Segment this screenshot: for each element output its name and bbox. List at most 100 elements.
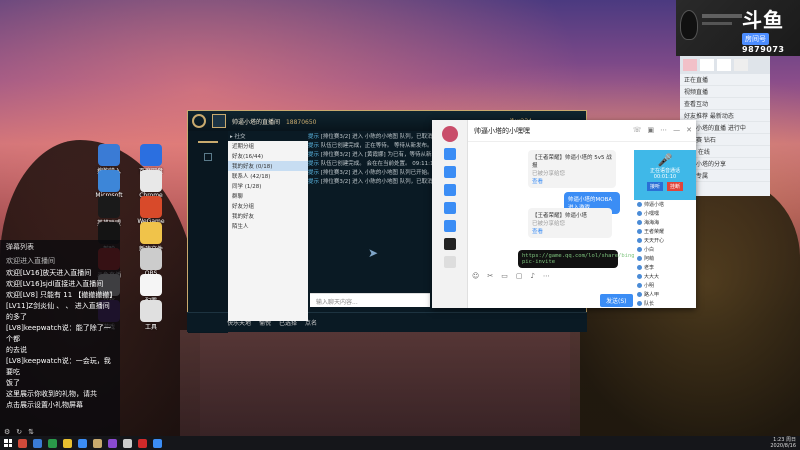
send-button[interactable]: 发送(S) xyxy=(600,294,633,307)
app-icon[interactable] xyxy=(443,256,456,268)
cam-text-bar-2 xyxy=(702,22,732,25)
desktop-icon[interactable]: WeGame xyxy=(131,196,171,225)
contact-row[interactable]: 王者荣耀 xyxy=(634,227,696,236)
contact-row[interactable]: 海海海 xyxy=(634,218,696,227)
message-bubble[interactable]: 【王者荣耀】帅逼小塔 已被分享给您 查看 xyxy=(528,208,612,238)
contact-row[interactable]: 小嘿嘿 xyxy=(634,209,696,218)
taskbar-app-icon[interactable] xyxy=(78,438,87,448)
refresh-icon[interactable]: ↻ xyxy=(16,428,22,436)
mic-icon: 🎤 xyxy=(657,153,673,167)
nav-icon[interactable] xyxy=(204,153,212,161)
contact-list: 帅逼小塔小嘿嘿 海海海 王者荣耀 天天开心 小白阿萌 老李大大大 小明 路人甲 队长 xyxy=(634,200,696,308)
accept-button[interactable]: 接听 xyxy=(646,182,663,191)
friend-panel-row[interactable]: 视频直播 xyxy=(680,86,770,98)
qq-list-row[interactable]: 我的好友 (0/18) xyxy=(228,161,308,171)
thumb[interactable] xyxy=(683,59,697,71)
danmaku-message: 饭了 xyxy=(6,379,20,387)
more-icon[interactable]: ⋯ xyxy=(660,126,667,134)
qq-list-row[interactable]: 陌生人 xyxy=(228,221,308,231)
scissors-icon[interactable]: ✂ xyxy=(487,272,493,280)
minimize-icon[interactable]: — xyxy=(673,126,680,134)
emoji-icon[interactable]: ☺ xyxy=(472,272,479,280)
message-link[interactable]: 查看 xyxy=(532,179,543,185)
danmaku-message: [LV8]keepwatch说：一会玩，我要吃 xyxy=(6,357,111,376)
qq-list-row[interactable]: 联系人 (42/18) xyxy=(228,171,308,181)
space-icon[interactable] xyxy=(443,184,456,196)
qq-chat-header: 帅逼小塔的小嘿嘿 ☏ ▣ ⋯ — ✕ xyxy=(468,120,696,142)
qq-list-row[interactable]: 群聊 xyxy=(228,191,308,201)
taskbar-app-icon[interactable] xyxy=(123,438,132,448)
qq-list-row[interactable]: 好友(16/44) xyxy=(228,151,308,161)
settings-icon[interactable] xyxy=(443,220,456,232)
clock[interactable]: 1:23 周日 2020/8/16 xyxy=(770,437,796,449)
desktop-icon[interactable]: Chrome xyxy=(131,170,171,199)
profile-icon[interactable] xyxy=(212,114,226,128)
room-number: 9879073 xyxy=(742,45,785,54)
game-icon[interactable] xyxy=(443,238,456,250)
desktop-icon[interactable]: 工具 xyxy=(131,300,171,331)
friend-panel-thumbs xyxy=(680,56,770,74)
file-icon[interactable] xyxy=(443,202,456,214)
taskbar-app-icon[interactable] xyxy=(153,438,162,448)
friend-panel-row[interactable]: 查看互动 xyxy=(680,98,770,110)
danmaku-message: 欢迎[LV8] 只能有 11 【撤撤撤撤】 xyxy=(6,291,117,299)
desktop-icon[interactable]: OBS xyxy=(131,248,171,277)
more-icon[interactable]: ⋯ xyxy=(543,272,550,280)
image-icon[interactable]: ▢ xyxy=(516,272,523,280)
folder-icon[interactable]: ▭ xyxy=(501,272,508,280)
contact-row[interactable]: 帅逼小塔 xyxy=(634,200,696,209)
gear-icon[interactable]: ⚙ xyxy=(4,428,10,436)
taskbar-app-icon[interactable] xyxy=(138,438,147,448)
video-icon[interactable]: ▣ xyxy=(648,126,655,134)
qq-toolbar: ☺ ✂ ▭ ▢ ♪ ⋯ xyxy=(472,272,550,280)
message-bubble[interactable]: 【王者荣耀】帅逼小塔的 5v5 战报 已被分享给您 查看 xyxy=(528,150,616,188)
chat-log-sender: 提示 xyxy=(308,179,320,185)
qq-list-row[interactable]: 近期分组 xyxy=(228,141,308,151)
call-time: 00:01:10 xyxy=(653,174,677,180)
chat-log-sender: 提示 xyxy=(308,134,320,140)
taskbar-app-icon[interactable] xyxy=(63,438,72,448)
close-icon[interactable]: ✕ xyxy=(686,126,692,134)
contact-name: 大大大 xyxy=(644,274,660,280)
taskbar-app-icon[interactable] xyxy=(48,438,57,448)
taskbar-app-icon[interactable] xyxy=(33,438,42,448)
chat-log-sender: 提示 xyxy=(308,143,320,149)
phone-icon[interactable]: ☏ xyxy=(633,126,642,134)
contact-row[interactable]: 大大大 xyxy=(634,272,696,281)
taskbar-app-icon[interactable] xyxy=(18,438,27,448)
qq-list-row[interactable]: 好友分组 xyxy=(228,201,308,211)
contact-row[interactable]: 队长 xyxy=(634,299,696,308)
douyu-logo: 斗鱼 xyxy=(742,8,784,32)
start-icon[interactable] xyxy=(4,439,12,447)
contact-avatar xyxy=(637,274,642,279)
code-bubble[interactable]: https://game.qq.com/lol/share/bingo-pic-… xyxy=(518,250,641,268)
hangup-button[interactable]: 挂断 xyxy=(667,182,684,191)
contact-row[interactable]: 阿萌 xyxy=(634,254,696,263)
contact-name: 小嘿嘿 xyxy=(644,211,660,217)
thumb[interactable] xyxy=(734,59,748,71)
contact-row[interactable]: 小白 xyxy=(634,245,696,254)
friend-panel-row[interactable]: 正在直播 xyxy=(680,74,770,86)
contact-row[interactable]: 路人甲 xyxy=(634,290,696,299)
sort-icon[interactable]: ⇅ xyxy=(28,428,34,436)
taskbar-app-icon[interactable] xyxy=(93,438,102,448)
qq-list-search[interactable]: 输入聊天内容... xyxy=(310,293,430,307)
contact-row[interactable]: 老李 xyxy=(634,263,696,272)
qq-list-row[interactable]: 同学 (1/28) xyxy=(228,181,308,191)
message-link[interactable]: 查看 xyxy=(532,229,543,235)
avatar[interactable] xyxy=(441,126,458,142)
contacts-icon[interactable] xyxy=(443,166,456,178)
message-icon[interactable] xyxy=(443,148,456,160)
desktop-icon[interactable]: Microsoft xyxy=(89,170,129,199)
contact-name: 阿萌 xyxy=(644,256,655,262)
contact-row[interactable]: 小明 xyxy=(634,281,696,290)
thumb[interactable] xyxy=(700,59,714,71)
mic-icon[interactable]: ♪ xyxy=(530,272,534,280)
contact-avatar xyxy=(637,220,642,225)
lol-rp: 18870650 xyxy=(285,118,317,126)
qq-list-row[interactable]: 我的好友 xyxy=(228,211,308,221)
taskbar-app-icon[interactable] xyxy=(108,438,117,448)
contact-row[interactable]: 天天开心 xyxy=(634,236,696,245)
lol-logo-icon[interactable] xyxy=(192,114,206,128)
thumb[interactable] xyxy=(717,59,731,71)
